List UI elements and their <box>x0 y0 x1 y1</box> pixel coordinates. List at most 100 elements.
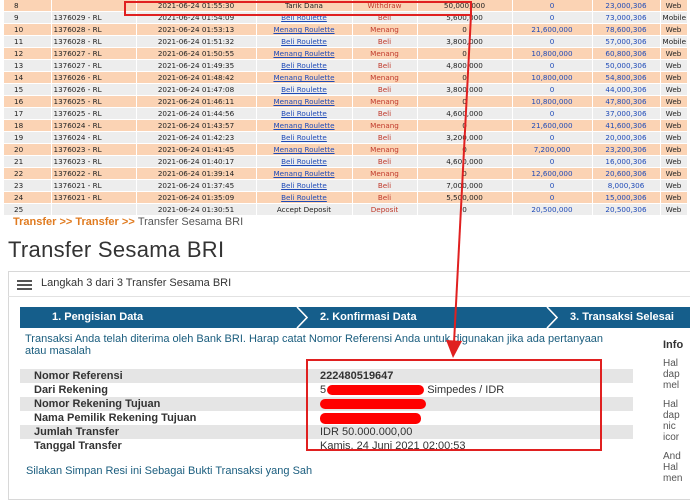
transaction-id: 1376026 - RL <box>51 71 137 85</box>
transaction-date: 2021-06-24 01:30:51 <box>136 203 257 217</box>
winning-amount: 0 <box>512 11 593 25</box>
device: Mobile <box>660 11 688 25</box>
transaction-description[interactable]: Beli Roulette <box>256 191 353 205</box>
row-number: 19 <box>4 131 52 145</box>
breadcrumb-link-transfer[interactable]: Transfer <box>13 216 56 228</box>
row-number: 10 <box>4 23 52 37</box>
side-info-line: Hal <box>663 399 679 410</box>
page-title: Transfer Sesama BRI <box>8 237 225 262</box>
transaction-description[interactable]: Menang Roulette <box>256 143 353 157</box>
transaction-date: 2021-06-24 01:43:57 <box>136 119 257 133</box>
winning-amount: 20,500,000 <box>512 203 593 217</box>
winning-amount: 12,600,000 <box>512 167 593 181</box>
table-row: 21 1376023 - RL 2021-06-24 01:40:17 Beli Ro… <box>4 155 688 169</box>
transaction-id: 1376023 - RL <box>51 143 137 157</box>
device: Web <box>660 59 688 73</box>
table-row: 10 1376028 - RL 2021-06-24 01:53:13 Menang … <box>4 23 688 37</box>
transaction-id: 1376027 - RL <box>51 47 137 61</box>
table-row: 20 1376023 - RL 2021-06-24 01:41:45 Menang … <box>4 143 688 157</box>
transaction-description[interactable]: Beli Roulette <box>256 107 353 121</box>
transaction-type: Beli <box>352 179 418 193</box>
breadcrumb-link-transfer-2[interactable]: Transfer <box>75 216 118 228</box>
transaction-amount: 3,200,000 <box>417 131 513 145</box>
balance: 15,000,306 <box>592 191 661 205</box>
transaction-description[interactable]: Menang Roulette <box>256 23 353 37</box>
transaction-id: 1376024 - RL <box>51 131 137 145</box>
breadcrumb: Transfer >> Transfer >> Transfer Sesama … <box>13 216 243 228</box>
balance: 37,000,306 <box>592 107 661 121</box>
row-number: 13 <box>4 59 52 73</box>
side-info-line: mel <box>663 380 680 391</box>
transaction-description[interactable]: Menang Roulette <box>256 47 353 61</box>
transaction-type: Menang <box>352 95 418 109</box>
balance: 78,600,306 <box>592 23 661 37</box>
transaction-type: Menang <box>352 47 418 61</box>
transaction-id: 1376028 - RL <box>51 35 137 49</box>
balance: 16,000,306 <box>592 155 661 169</box>
side-info-line: dap <box>663 410 680 421</box>
transaction-amount: 5,500,000 <box>417 191 513 205</box>
transaction-description[interactable]: Menang Roulette <box>256 167 353 181</box>
device: Web <box>660 47 688 61</box>
winning-amount: 0 <box>512 35 593 49</box>
device: Web <box>660 143 688 157</box>
winning-amount: 10,800,000 <box>512 71 593 85</box>
table-row: 24 1376021 - RL 2021-06-24 01:35:09 Beli Ro… <box>4 191 688 205</box>
row-number: 18 <box>4 119 52 133</box>
transaction-description[interactable]: Beli Roulette <box>256 35 353 49</box>
transaction-description[interactable]: Menang Roulette <box>256 71 353 85</box>
row-number: 9 <box>4 11 52 25</box>
transaction-date: 2021-06-24 01:40:17 <box>136 155 257 169</box>
transaction-date: 2021-06-24 01:35:09 <box>136 191 257 205</box>
transaction-type: Beli <box>352 83 418 97</box>
transaction-type: Deposit <box>352 203 418 217</box>
winning-amount: 0 <box>512 155 593 169</box>
transaction-description[interactable]: Beli Roulette <box>256 155 353 169</box>
transaction-id: 1376027 - RL <box>51 59 137 73</box>
balance: 20,500,306 <box>592 203 661 217</box>
transaction-description[interactable]: Beli Roulette <box>256 59 353 73</box>
side-info-line: dap <box>663 369 680 380</box>
side-info-line: And <box>663 451 681 462</box>
transaction-type: Beli <box>352 131 418 145</box>
transaction-id: 1376028 - RL <box>51 23 137 37</box>
transaction-date: 2021-06-24 01:39:14 <box>136 167 257 181</box>
row-number: 22 <box>4 167 52 181</box>
transaction-description[interactable]: Beli Roulette <box>256 179 353 193</box>
transaction-date: 2021-06-24 01:47:08 <box>136 83 257 97</box>
transaction-amount: 0 <box>417 47 513 61</box>
winning-amount: 0 <box>512 59 593 73</box>
menu-icon[interactable] <box>17 280 32 290</box>
transaction-date: 2021-06-24 01:42:23 <box>136 131 257 145</box>
transaction-type: Beli <box>352 107 418 121</box>
transaction-description[interactable]: Menang Roulette <box>256 95 353 109</box>
row-number: 21 <box>4 155 52 169</box>
transaction-amount: 3,800,000 <box>417 83 513 97</box>
balance: 20,600,306 <box>592 167 661 181</box>
transaction-id: 1376025 - RL <box>51 95 137 109</box>
row-number: 17 <box>4 107 52 121</box>
transaction-id: 1376023 - RL <box>51 155 137 169</box>
transaction-date: 2021-06-24 01:41:45 <box>136 143 257 157</box>
table-row: 19 1376024 - RL 2021-06-24 01:42:23 Beli Ro… <box>4 131 688 145</box>
balance: 54,800,306 <box>592 71 661 85</box>
detail-label: Jumlah Transfer <box>20 425 306 439</box>
table-row: 16 1376025 - RL 2021-06-24 01:46:11 Menang … <box>4 95 688 109</box>
transaction-description[interactable]: Beli Roulette <box>256 131 353 145</box>
transaction-description[interactable]: Menang Roulette <box>256 119 353 133</box>
transaction-description[interactable]: Beli Roulette <box>256 83 353 97</box>
device: Web <box>660 203 688 217</box>
table-row: 14 1376026 - RL 2021-06-24 01:48:42 Menang … <box>4 71 688 85</box>
transaction-id: 1376024 - RL <box>51 119 137 133</box>
device: Web <box>660 83 688 97</box>
device: Web <box>660 167 688 181</box>
transaction-date: 2021-06-24 01:44:56 <box>136 107 257 121</box>
transaction-amount: 4,600,000 <box>417 107 513 121</box>
row-number: 8 <box>4 0 52 13</box>
side-info-panel: Info Hal dap mel Hal dap nic icor And Hal men <box>663 339 683 484</box>
transaction-id: 1376022 - RL <box>51 167 137 181</box>
winning-amount: 7,200,000 <box>512 143 593 157</box>
transaction-type: Menang <box>352 167 418 181</box>
transaction-amount: 0 <box>417 203 513 217</box>
winning-amount: 0 <box>512 131 593 145</box>
